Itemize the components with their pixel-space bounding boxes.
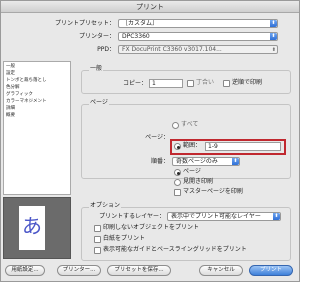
sidebar-item-marks-bleed[interactable]: トンボと裁ち落とし <box>6 78 47 84</box>
order-select[interactable]: 奇数ページのみ ⬍ <box>172 157 240 166</box>
master-pages-checkbox[interactable] <box>174 189 181 196</box>
order-label: 順番： <box>150 158 169 165</box>
pages-title: ページ <box>89 99 109 107</box>
chevron-updown-icon: ⬍ <box>232 158 239 165</box>
page-preview: あ <box>3 197 71 259</box>
collate-label: 丁合い <box>196 79 215 86</box>
printer-label: プリンター： <box>78 33 115 40</box>
chevron-updown-icon: ⬍ <box>271 47 276 53</box>
printer-value: DPC3360 <box>122 33 150 40</box>
range-highlight-box <box>170 139 286 155</box>
spread-option-label: 見開き印刷 <box>183 178 214 185</box>
order-value: 奇数ページのみ <box>176 158 218 165</box>
preview-glyph: あ <box>22 214 42 238</box>
sidebar-item-separations[interactable]: 色分解 <box>6 85 20 91</box>
chevron-updown-icon: ⬍ <box>270 33 277 40</box>
sidebar-item-setup[interactable]: 設定 <box>6 71 15 77</box>
chevron-updown-icon: ⬍ <box>270 20 277 27</box>
cancel-button[interactable]: キャンセル <box>199 265 243 276</box>
guides-grids-label: 表示可能なガイドとベースライングリッドをプリント <box>103 246 247 253</box>
sidebar-item-advanced[interactable]: 詳細 <box>6 106 15 112</box>
copies-field[interactable]: 1 <box>149 79 183 88</box>
reverse-label: 逆順で印刷 <box>232 79 263 86</box>
nonprint-objects-label: 印刷しないオブジェクトをプリント <box>103 224 200 231</box>
category-list: 一般 設定 トンボと裁ち落とし 色分解 グラフィック カラーマネジメント 詳細 … <box>3 61 71 195</box>
print-button[interactable]: プリント <box>249 265 293 276</box>
spread-option-radio[interactable] <box>174 179 181 186</box>
pages-option-label: ページ <box>183 168 201 175</box>
chevron-updown-icon: ⬍ <box>273 213 280 220</box>
ppd-value: FX DocuPrint C3360 v3017.104... <box>122 46 222 53</box>
printer-select[interactable]: DPC3360 ⬍ <box>118 32 278 41</box>
pages-option-radio[interactable] <box>174 169 181 176</box>
sidebar-item-graphics[interactable]: グラフィック <box>6 92 33 98</box>
master-pages-label: マスターページを印刷 <box>183 188 243 195</box>
layers-value: 表示中でプリント可能なレイヤー <box>171 213 261 220</box>
layers-select[interactable]: 表示中でプリント可能なレイヤー ⬍ <box>167 212 281 221</box>
blank-pages-checkbox[interactable] <box>94 236 101 243</box>
copies-label: コピー： <box>122 80 147 87</box>
sidebar-item-summary[interactable]: 概要 <box>6 113 15 119</box>
pages-label: ページ： <box>145 134 169 141</box>
page-setup-button[interactable]: 用紙設定... <box>5 265 45 276</box>
preset-select[interactable]: ［カスタム］ ⬍ <box>118 19 278 28</box>
layers-label: プリントするレイヤー： <box>99 213 165 220</box>
blank-pages-label: 白紙をプリント <box>103 235 146 242</box>
preset-value: ［カスタム］ <box>122 20 159 27</box>
sidebar-item-general[interactable]: 一般 <box>6 64 15 70</box>
window-title: プリント <box>1 1 299 13</box>
all-pages-label: すべて <box>181 121 199 128</box>
print-dialog: プリント プリントプリセット： ［カスタム］ ⬍ プリンター： DPC3360 … <box>0 0 300 282</box>
general-title: 一般 <box>89 65 104 73</box>
collate-checkbox[interactable] <box>187 80 194 87</box>
reverse-checkbox[interactable] <box>223 80 230 87</box>
all-pages-radio[interactable] <box>172 122 179 129</box>
printer-button[interactable]: プリンター... <box>57 265 101 276</box>
options-title: オプション <box>89 202 122 210</box>
nonprint-objects-checkbox[interactable] <box>94 225 101 232</box>
preview-page: あ <box>19 206 45 250</box>
preset-label: プリントプリセット： <box>54 20 115 27</box>
ppd-select: FX DocuPrint C3360 v3017.104... ⬍ <box>118 45 278 54</box>
sidebar-item-color-management[interactable]: カラーマネジメント <box>6 99 47 105</box>
save-preset-button[interactable]: プリセットを保存... <box>107 265 171 276</box>
guides-grids-checkbox[interactable] <box>94 247 101 254</box>
ppd-label: PPD： <box>97 46 115 53</box>
